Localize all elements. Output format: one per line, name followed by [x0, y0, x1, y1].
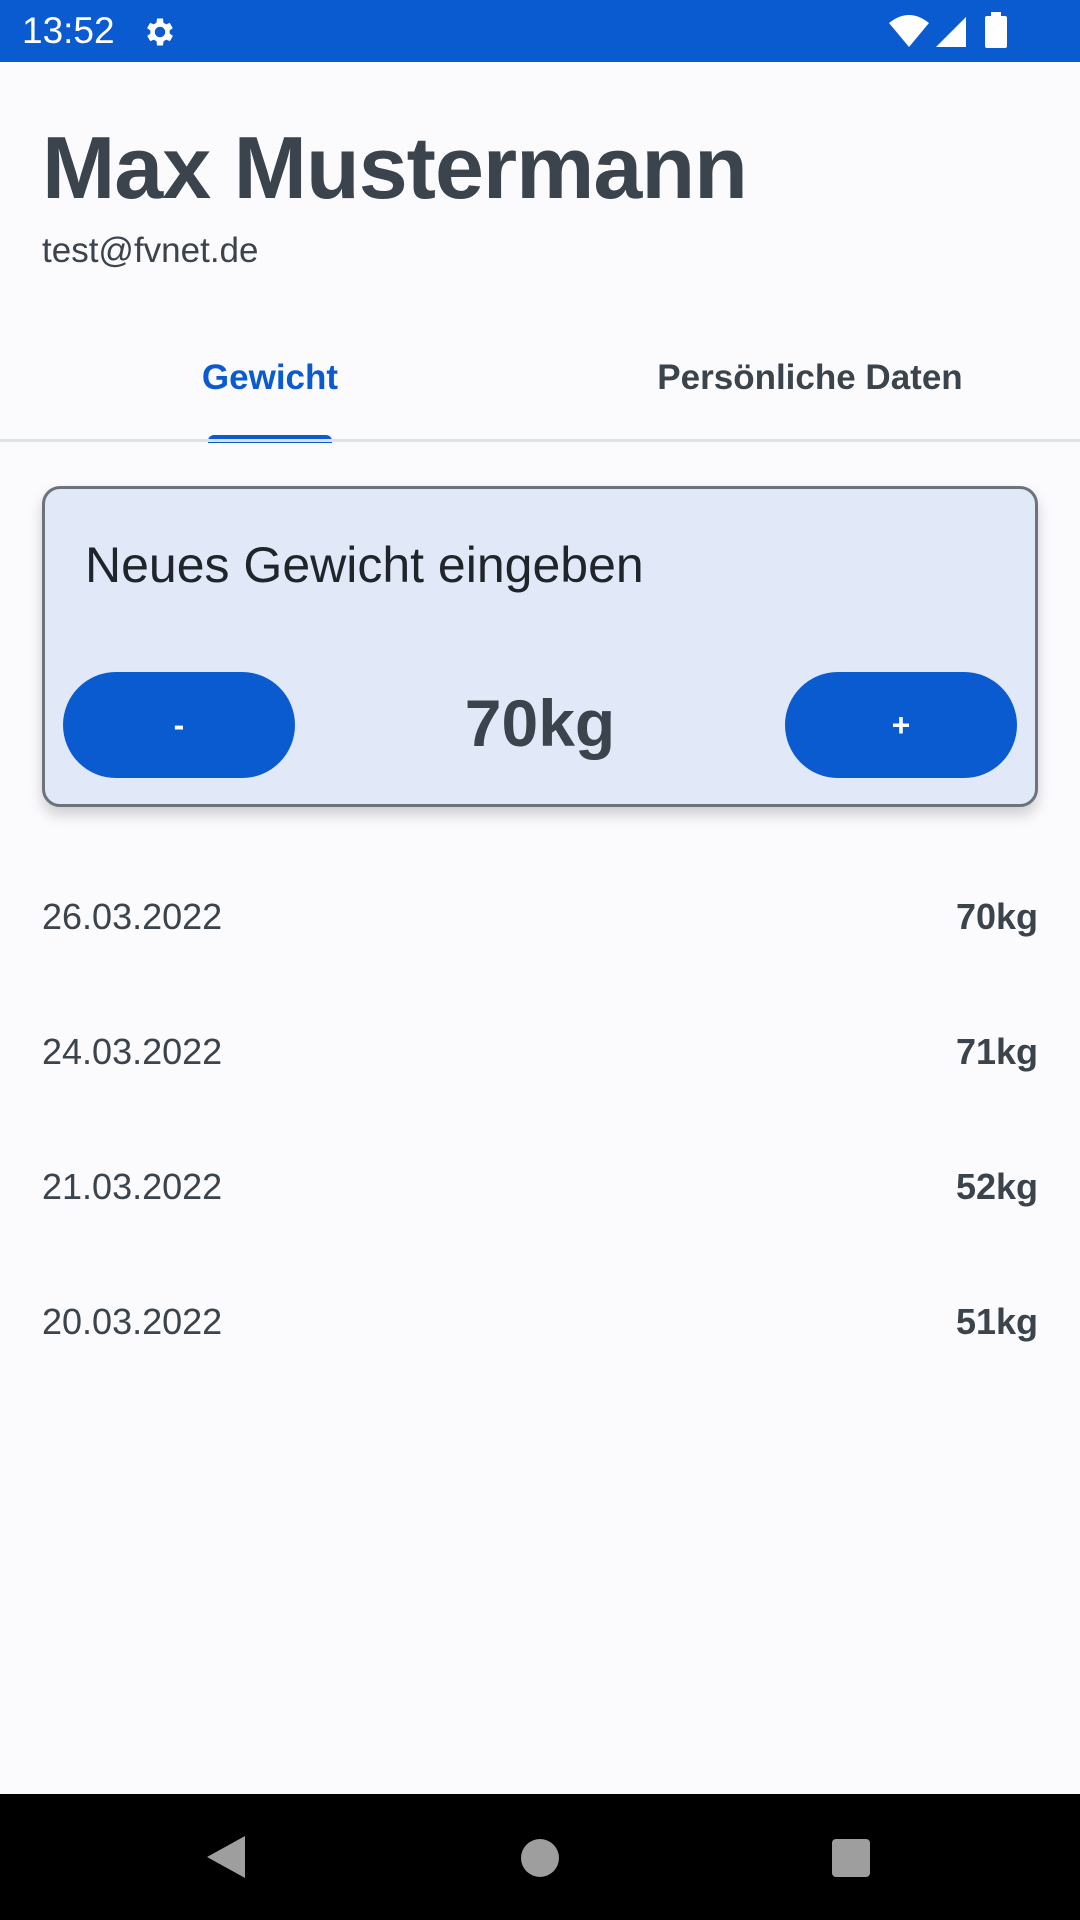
tab-weight[interactable]: Gewicht	[0, 340, 540, 442]
signal-icon	[936, 17, 966, 47]
battery-icon	[985, 12, 1007, 48]
list-item: 24.03.2022 71kg	[0, 1003, 1080, 1138]
home-icon[interactable]	[520, 1838, 560, 1878]
list-item: 21.03.2022 52kg	[0, 1138, 1080, 1273]
list-item: 20.03.2022 51kg	[0, 1273, 1080, 1408]
entry-date: 26.03.2022	[42, 896, 223, 937]
entry-date: 20.03.2022	[42, 1301, 223, 1342]
weight-entry-card: Neues Gewicht eingeben - 70kg +	[42, 486, 1038, 807]
entry-weight: 70kg	[955, 896, 1038, 937]
entry-weight: 51kg	[955, 1301, 1038, 1342]
screen: 13:52 Max Mustermann test@fvnet.de Gewic…	[0, 0, 1080, 1920]
status-bar: 13:52	[0, 0, 1080, 62]
weight-history-list: 26.03.2022 70kg 24.03.2022 71kg 21.03.20…	[0, 868, 1080, 1408]
entry-weight: 71kg	[955, 1031, 1038, 1072]
user-email: test@fvnet.de	[42, 231, 259, 270]
wifi-icon	[889, 15, 929, 47]
entry-date: 21.03.2022	[42, 1166, 223, 1207]
recents-icon[interactable]	[831, 1838, 871, 1878]
list-item: 26.03.2022 70kg	[0, 868, 1080, 1003]
tab-personal-data[interactable]: Persönliche Daten	[540, 340, 1080, 442]
tab-bar: Gewicht Persönliche Daten	[0, 340, 1080, 443]
entry-date: 24.03.2022	[42, 1031, 223, 1072]
gear-icon	[147, 18, 173, 46]
weight-value: 70kg	[464, 686, 616, 760]
card-title: Neues Gewicht eingeben	[85, 537, 644, 593]
navigation-bar	[0, 1794, 1080, 1920]
user-name: Max Mustermann	[42, 118, 748, 217]
entry-weight: 52kg	[955, 1166, 1038, 1207]
decrement-button[interactable]: -	[63, 672, 295, 778]
tabs-divider	[0, 439, 1080, 442]
back-icon[interactable]	[205, 1834, 247, 1880]
status-time: 13:52	[22, 10, 115, 51]
increment-button[interactable]: +	[785, 672, 1017, 778]
